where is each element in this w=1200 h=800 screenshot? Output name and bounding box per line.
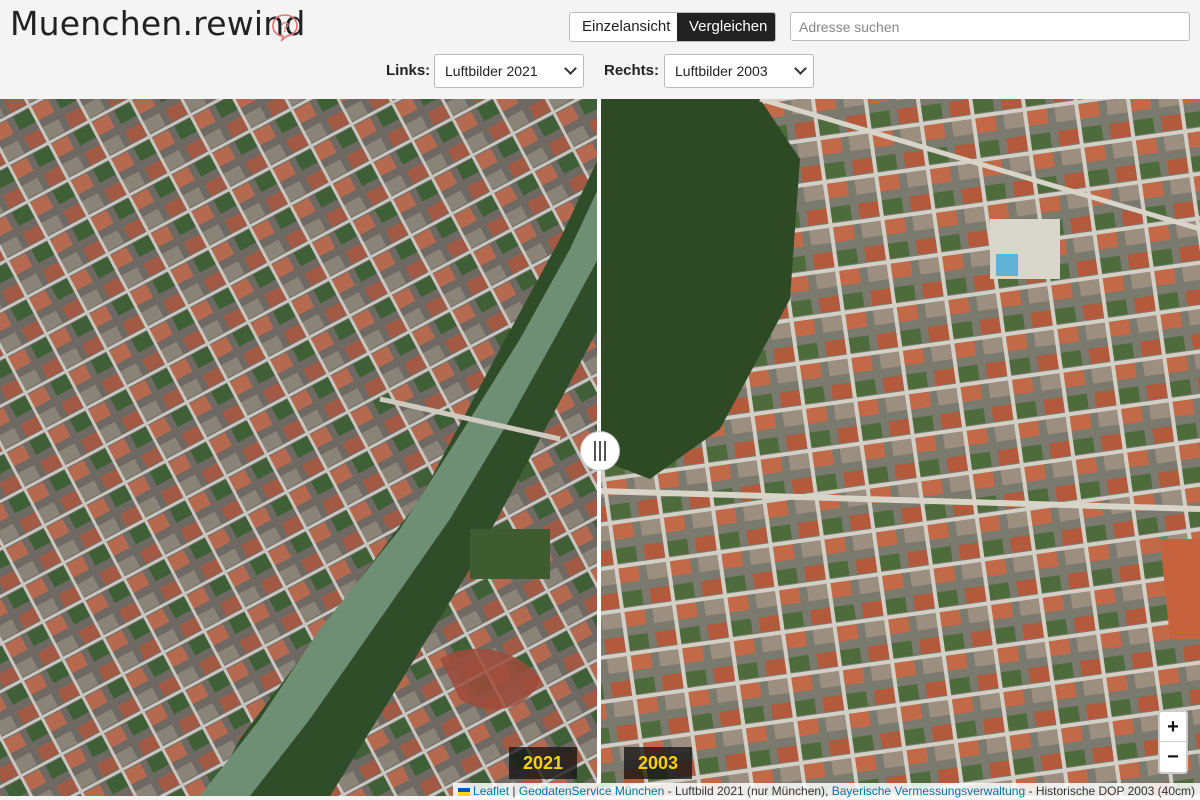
single-view-button[interactable]: Einzelansicht — [570, 13, 677, 41]
compare-view-button[interactable]: Vergleichen — [677, 13, 775, 41]
bayern-link[interactable]: Bayerische Vermessungsverwaltung — [832, 784, 1025, 798]
svg-text:?: ? — [281, 19, 289, 36]
ukraine-flag-icon — [458, 787, 471, 796]
zoom-control: + − — [1158, 710, 1188, 774]
right-layer-value: Luftbilder 2003 — [675, 63, 768, 79]
chevron-down-icon — [564, 62, 577, 75]
app-header: Muenchen.rewind ? Einzelansicht Vergleic… — [0, 0, 1200, 99]
right-layer-select[interactable]: Luftbilder 2003 — [664, 54, 814, 88]
grip-line — [594, 441, 596, 461]
right-layer-label: Rechts: — [604, 62, 660, 79]
zoom-in-button[interactable]: + — [1160, 712, 1186, 742]
left-layer-label: Links: — [386, 62, 431, 79]
right-year-badge: 2003 — [624, 747, 693, 779]
question-bubble-icon[interactable]: ? — [270, 12, 300, 42]
attribution-text: - Historische DOP 2003 (40cm) — [1025, 784, 1195, 798]
grip-line — [599, 441, 601, 461]
map-attribution: Leaflet | GeodatenService München - Luft… — [453, 783, 1200, 799]
attribution-separator: | — [509, 784, 519, 798]
geodaten-link[interactable]: GeodatenService München — [519, 784, 664, 798]
view-toggle: Einzelansicht Vergleichen — [569, 12, 776, 42]
left-layer-select[interactable]: Luftbilder 2021 — [434, 54, 584, 88]
attribution-text: - Luftbild 2021 (nur München), — [664, 784, 832, 798]
app-title: Muenchen.rewind — [10, 4, 306, 43]
left-layer-value: Luftbilder 2021 — [445, 63, 538, 79]
compare-slider-handle[interactable] — [580, 431, 620, 471]
grip-line — [604, 441, 606, 461]
zoom-out-button[interactable]: − — [1160, 742, 1186, 772]
left-year-badge: 2021 — [509, 747, 578, 779]
chevron-down-icon — [794, 62, 807, 75]
leaflet-link[interactable]: Leaflet — [473, 784, 509, 798]
address-search-input[interactable] — [790, 12, 1190, 41]
